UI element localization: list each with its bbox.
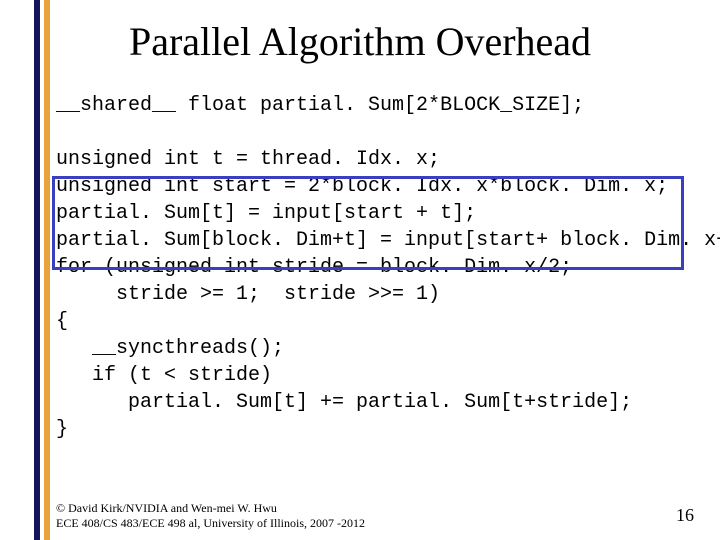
code-line: partial. Sum[block. Dim+t] = input[start… [56,229,720,252]
code-line: for (unsigned int stride = block. Dim. x… [56,256,572,279]
left-stripe-gold [44,0,50,540]
code-line: if (t < stride) [56,364,272,387]
code-line: unsigned int start = 2*block. Idx. x*blo… [56,175,668,198]
code-line: unsigned int t = thread. Idx. x; [56,148,440,171]
code-line: stride >= 1; stride >>= 1) [56,283,440,306]
left-stripe-navy [34,0,40,540]
code-line: partial. Sum[t] = input[start + t]; [56,202,476,225]
page-number: 16 [676,505,694,526]
code-line: { [56,310,68,333]
code-line: __shared__ float partial. Sum[2*BLOCK_SI… [56,94,584,117]
code-line: __syncthreads(); [56,337,284,360]
code-line: partial. Sum[t] += partial. Sum[t+stride… [56,391,632,414]
code-line: } [56,418,68,441]
copyright-footer: © David Kirk/NVIDIA and Wen-mei W. Hwu E… [56,501,365,530]
code-block: __shared__ float partial. Sum[2*BLOCK_SI… [56,92,700,443]
footer-line: ECE 408/CS 483/ECE 498 al, University of… [56,516,365,530]
footer-line: © David Kirk/NVIDIA and Wen-mei W. Hwu [56,501,365,515]
slide-title: Parallel Algorithm Overhead [0,18,720,65]
